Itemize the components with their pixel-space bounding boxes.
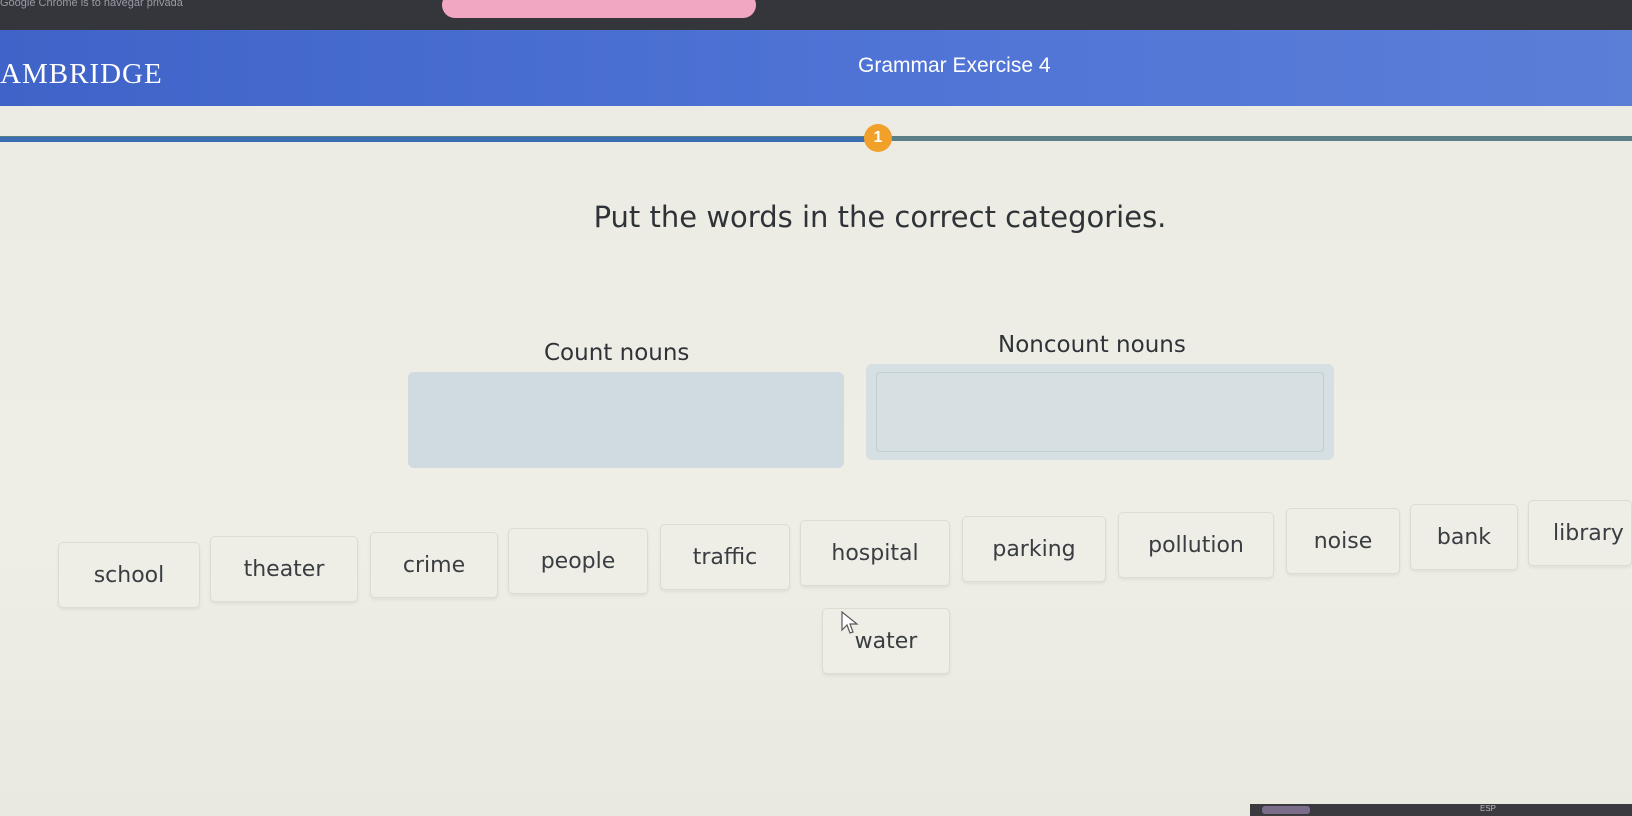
word-chip-bank[interactable]: bank [1410,504,1518,570]
count-nouns-drop-zone[interactable] [408,372,844,468]
instruction-text: Put the words in the correct categories. [593,200,1167,234]
keyboard-layout-indicator: ESP [1480,804,1497,813]
browser-chrome: Google Chrome is to navegar privada [0,0,1632,30]
brand-logo: AMBRIDGE [0,58,163,90]
word-chip-school[interactable]: school [58,542,200,608]
step-indicator[interactable]: 1 [864,124,892,152]
word-chip-people[interactable]: people [508,528,648,594]
progress-fill [0,137,876,142]
mouse-pointer-icon [841,610,859,634]
browser-url-text: Google Chrome is to navegar privada [0,0,183,9]
word-chip-crime[interactable]: crime [370,532,498,598]
word-chip-traffic[interactable]: traffic [660,524,790,590]
word-chip-hospital[interactable]: hospital [800,520,950,586]
noncount-nouns-label: Noncount nouns [998,332,1186,358]
word-chip-theater[interactable]: theater [210,536,358,602]
exercise-content: 1 Put the words in the correct categorie… [0,106,1632,816]
word-chip-pollution[interactable]: pollution [1118,512,1274,578]
drop-zone-outline [876,372,1324,452]
noncount-nouns-drop-zone[interactable] [866,364,1334,460]
count-nouns-label: Count nouns [544,340,690,366]
word-chip-library[interactable]: library [1528,500,1632,566]
word-chip-noise[interactable]: noise [1286,508,1400,574]
system-taskbar: ESP [1250,804,1632,816]
taskbar-item[interactable] [1262,806,1310,814]
browser-active-tab[interactable] [442,0,756,18]
app-header: AMBRIDGE Grammar Exercise 4 [0,30,1632,106]
word-chip-parking[interactable]: parking [962,516,1106,582]
exercise-screen: Google Chrome is to navegar privada AMBR… [0,0,1632,816]
page-title: Grammar Exercise 4 [858,54,1051,77]
